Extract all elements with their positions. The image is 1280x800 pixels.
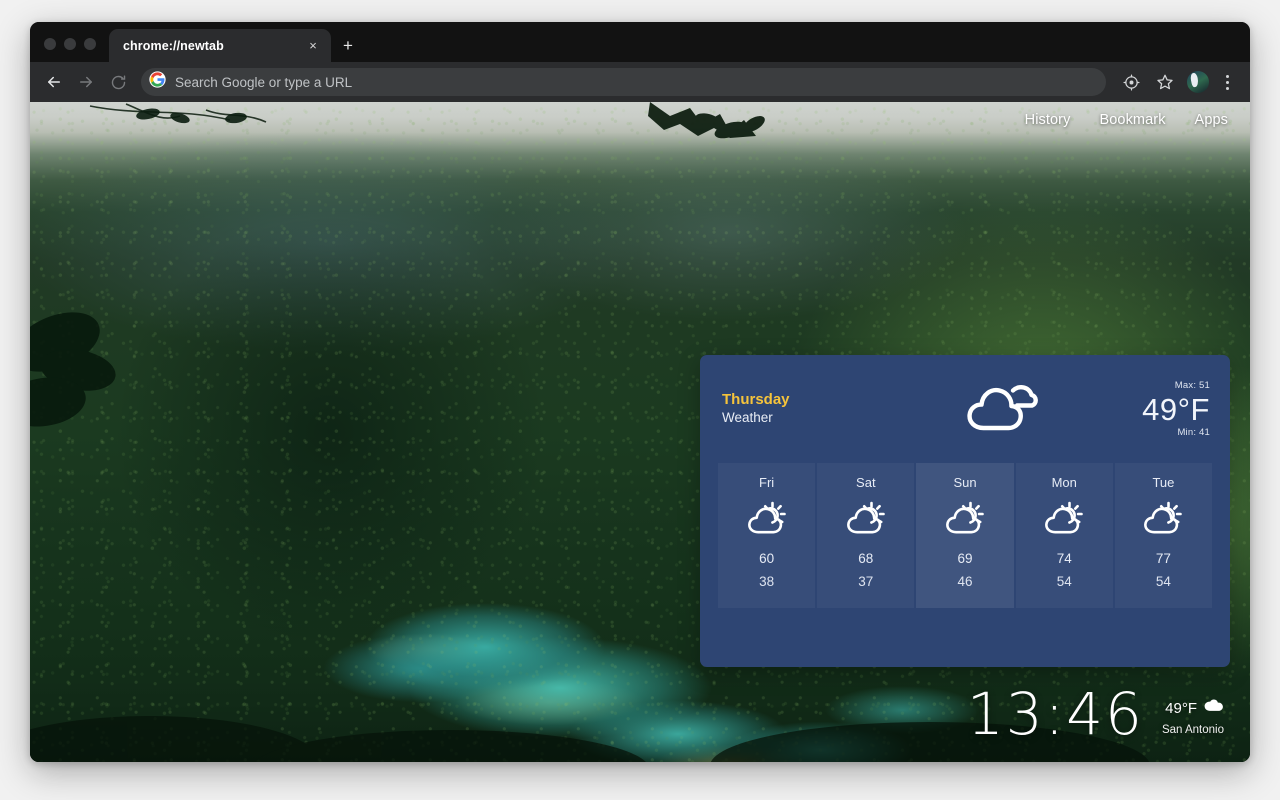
- clock-time: 13:46: [966, 680, 1144, 748]
- toolbar-actions: [1116, 67, 1238, 97]
- reload-icon[interactable]: [103, 67, 133, 97]
- clock-side-info: 49°F San Antonio: [1162, 698, 1224, 742]
- forecast-day-label: Fri: [759, 475, 775, 490]
- close-window-button[interactable]: [44, 38, 56, 50]
- forecast-low-temp: 54: [1155, 574, 1171, 589]
- nav-link-apps[interactable]: Apps: [1195, 112, 1228, 128]
- nav-link-history[interactable]: History: [1025, 112, 1071, 128]
- forecast-high-temp: 68: [858, 551, 874, 566]
- forecast-card[interactable]: Sun 69 46: [916, 463, 1014, 608]
- maximize-window-button[interactable]: [84, 38, 96, 50]
- partly-cloudy-icon: [1016, 491, 1113, 547]
- new-tab-page: History Bookmark Apps Thursday Weather M…: [30, 102, 1250, 762]
- forecast-day-label: Tue: [1152, 475, 1175, 490]
- forward-arrow-icon[interactable]: [71, 67, 101, 97]
- tab-strip: chrome://newtab × +: [30, 22, 1250, 62]
- forecast-day-label: Sat: [856, 475, 876, 490]
- avatar-icon[interactable]: [1187, 71, 1209, 93]
- forecast-high-temp: 77: [1155, 551, 1171, 566]
- new-tab-button[interactable]: +: [333, 29, 363, 62]
- forecast-low-temp: 54: [1056, 574, 1072, 589]
- clock-temperature: 49°F: [1165, 699, 1197, 717]
- weather-subtitle-label: Weather: [722, 410, 773, 425]
- forecast-card[interactable]: Sat 68 37: [817, 463, 915, 608]
- minimize-window-button[interactable]: [64, 38, 76, 50]
- partly-cloudy-icon: [1115, 491, 1212, 547]
- forecast-low-temp: 38: [759, 574, 775, 589]
- forecast-day-label: Sun: [953, 475, 977, 490]
- forecast-card[interactable]: Fri 60 38: [718, 463, 816, 608]
- weather-min-label: Min: 41: [1177, 426, 1210, 438]
- weather-temperature-block: Max: 51 49°F Min: 41: [1092, 381, 1210, 437]
- weather-widget[interactable]: Thursday Weather Max: 51 49°F Min: 41 Fr…: [700, 355, 1230, 667]
- weather-forecast-row: Fri 60 38 Sat 68 37 Sun 69 46 Mon 74 54 …: [718, 463, 1213, 608]
- forecast-day-label: Mon: [1051, 475, 1077, 490]
- weather-widget-header: Thursday Weather Max: 51 49°F Min: 41: [700, 355, 1230, 463]
- clock-city-label: San Antonio: [1161, 724, 1224, 736]
- forecast-high-temp: 60: [759, 551, 775, 566]
- partly-cloudy-icon: [817, 491, 914, 547]
- clock-temperature-row: 49°F: [1162, 698, 1224, 718]
- window-traffic-lights: [30, 38, 109, 62]
- partly-cloudy-icon: [718, 491, 815, 547]
- clock-widget[interactable]: 13:46 49°F San Antonio: [966, 680, 1224, 748]
- star-icon[interactable]: [1150, 67, 1180, 97]
- google-g-icon: [149, 71, 166, 93]
- browser-window: chrome://newtab × + Search Google or typ…: [30, 22, 1250, 762]
- omnibox[interactable]: Search Google or type a URL: [141, 68, 1106, 96]
- weather-current-temperature: 49°F: [1142, 391, 1210, 427]
- forecast-card[interactable]: Tue 77 54: [1114, 463, 1213, 608]
- omnibox-placeholder: Search Google or type a URL: [175, 74, 353, 90]
- close-tab-icon[interactable]: ×: [303, 36, 323, 56]
- weather-condition-icon-block: [912, 379, 1092, 440]
- top-nav-links: History Bookmark Apps: [1025, 112, 1228, 128]
- three-dot-menu-icon[interactable]: [1216, 68, 1238, 96]
- weather-day-label: Thursday: [722, 391, 790, 408]
- weather-day-block: Thursday Weather: [722, 391, 912, 427]
- cloudy-icon: [965, 379, 1039, 440]
- browser-toolbar: Search Google or type a URL: [30, 62, 1250, 102]
- forecast-high-temp: 69: [957, 551, 973, 566]
- cloud-icon: [1203, 698, 1224, 718]
- weather-max-label: Max: 51: [1174, 380, 1210, 391]
- forecast-low-temp: 46: [957, 574, 973, 589]
- target-location-icon[interactable]: [1116, 67, 1146, 97]
- back-arrow-icon[interactable]: [39, 67, 69, 97]
- forecast-high-temp: 74: [1056, 551, 1072, 566]
- partly-cloudy-icon: [916, 491, 1013, 547]
- forecast-low-temp: 37: [858, 574, 874, 589]
- forecast-card[interactable]: Mon 74 54: [1015, 463, 1113, 608]
- nav-link-bookmark[interactable]: Bookmark: [1099, 112, 1165, 128]
- tab-title: chrome://newtab: [123, 38, 224, 53]
- browser-tab[interactable]: chrome://newtab ×: [109, 29, 331, 62]
